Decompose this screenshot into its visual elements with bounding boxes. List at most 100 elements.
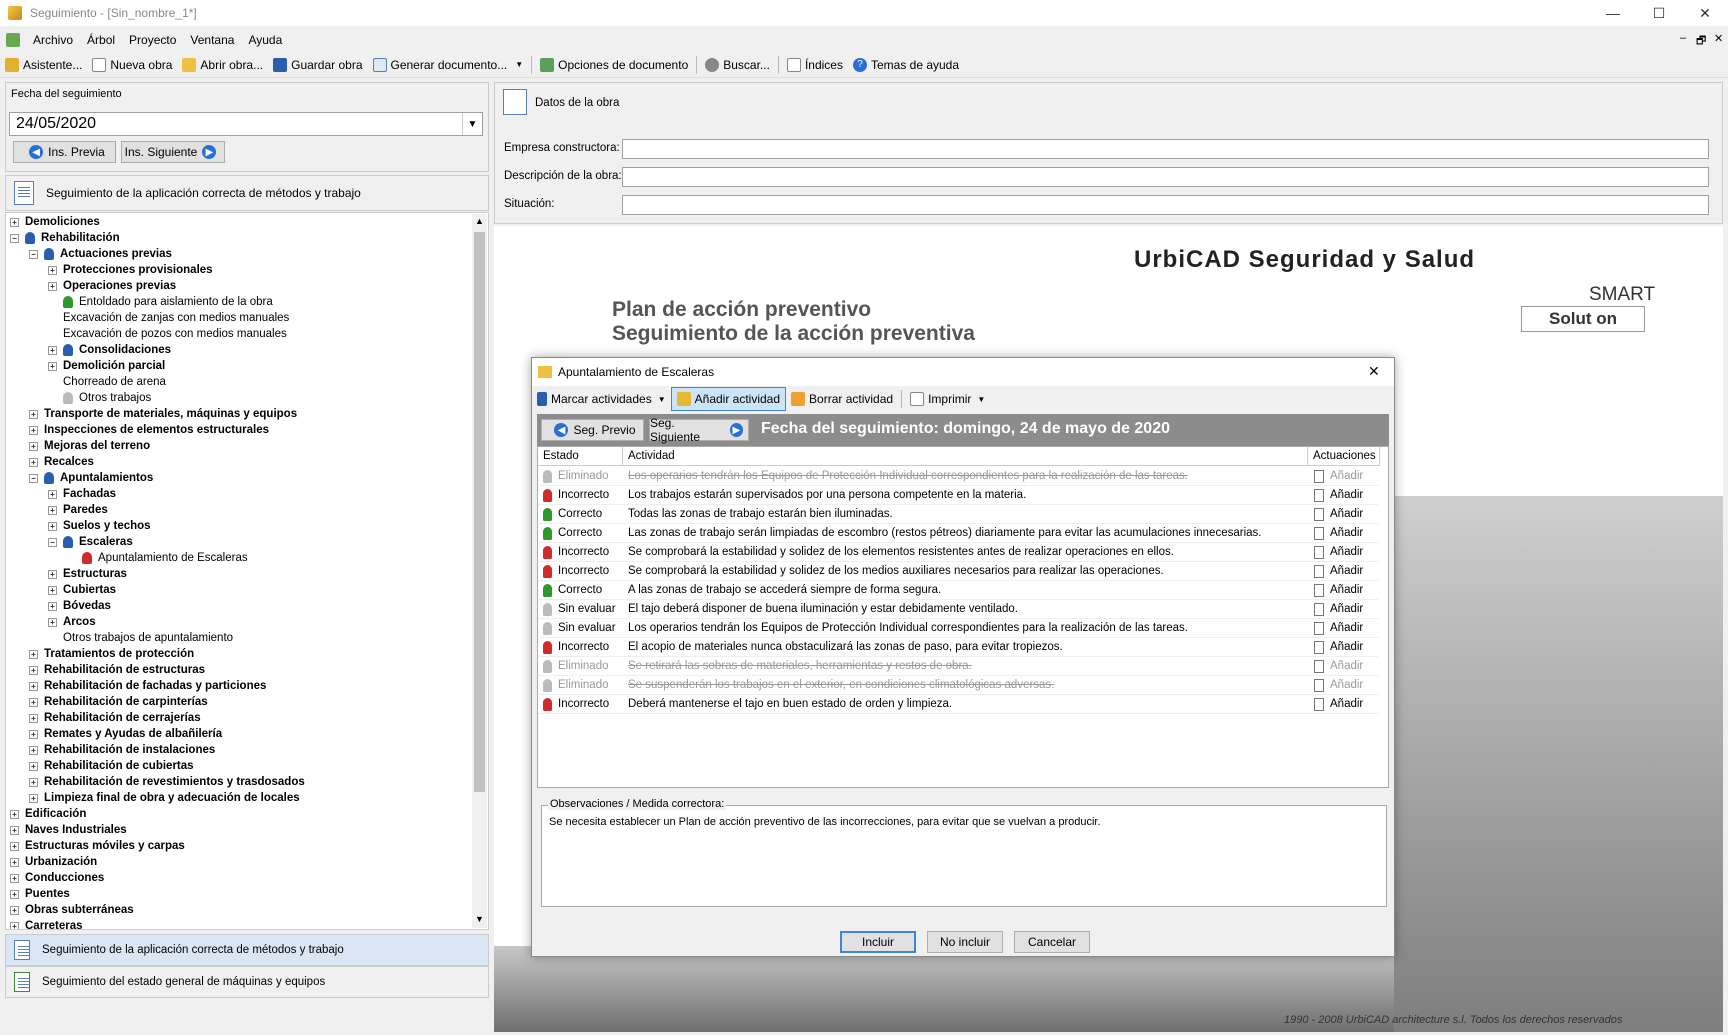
date-picker[interactable]: 24/05/2020 ▼: [9, 112, 483, 136]
tree-node[interactable]: + Edificación: [10, 806, 86, 822]
cancelar-button[interactable]: Cancelar: [1014, 931, 1090, 953]
marcar-actividades-button[interactable]: Marcar actividades ▼: [532, 387, 671, 411]
empresa-field[interactable]: [622, 139, 1709, 159]
minimize-button[interactable]: —: [1590, 0, 1636, 26]
tree-node[interactable]: + Rehabilitación de carpinterías: [29, 694, 208, 710]
table-row[interactable]: Sin evaluar Los operarios tendrán los Equ…: [538, 619, 1378, 638]
expand-icon[interactable]: +: [29, 649, 38, 659]
indices-button[interactable]: Índices: [782, 53, 848, 77]
tree-node[interactable]: + Rehabilitación de fachadas y particione…: [29, 678, 266, 694]
tree-node[interactable]: Excavación de zanjas con medios manuales: [48, 310, 289, 326]
anadir-actividad-button[interactable]: Añadir actividad: [670, 387, 787, 411]
collapse-icon[interactable]: −: [48, 537, 57, 547]
expand-icon[interactable]: +: [48, 265, 57, 275]
tree-node[interactable]: + Fachadas: [48, 486, 116, 502]
tree-node[interactable]: + Puentes: [10, 886, 70, 902]
tree-node[interactable]: + Paredes: [48, 502, 108, 518]
mdi-restore-button[interactable]: 🗗: [1696, 32, 1706, 51]
anadir-link[interactable]: Añadir: [1330, 641, 1363, 653]
tree-node[interactable]: + Rehabilitación de instalaciones: [29, 742, 215, 758]
collapse-icon[interactable]: −: [29, 249, 38, 259]
expand-icon[interactable]: +: [29, 441, 38, 451]
expand-icon[interactable]: +: [10, 217, 19, 227]
tree-node[interactable]: Otros trabajos de apuntalamiento: [48, 630, 233, 646]
anadir-link[interactable]: Añadir: [1330, 470, 1363, 482]
buscar-button[interactable]: Buscar...: [700, 53, 775, 77]
tree-node[interactable]: − Apuntalamientos: [29, 470, 153, 486]
obs-textarea[interactable]: Se necesita establecer un Plan de acción…: [541, 805, 1387, 907]
anadir-link[interactable]: Añadir: [1330, 603, 1363, 615]
tree-node[interactable]: + Operaciones previas: [48, 278, 176, 294]
tree-node[interactable]: + Inspecciones de elementos estructurales: [29, 422, 269, 438]
expand-icon[interactable]: +: [48, 345, 57, 355]
expand-icon[interactable]: +: [10, 873, 19, 883]
tree-node[interactable]: + Suelos y techos: [48, 518, 151, 534]
abrir-obra-button[interactable]: Abrir obra...: [177, 53, 268, 77]
expand-icon[interactable]: +: [29, 665, 38, 675]
tree-node[interactable]: Otros trabajos: [48, 390, 151, 406]
anadir-link[interactable]: Añadir: [1330, 622, 1363, 634]
situacion-field[interactable]: [622, 195, 1709, 215]
expand-icon[interactable]: +: [48, 617, 57, 627]
bottom-item-metodos[interactable]: Seguimiento de la aplicación correcta de…: [5, 934, 489, 966]
tree-node[interactable]: Apuntalamiento de Escaleras: [67, 550, 248, 566]
menu-ayuda[interactable]: Ayuda: [241, 33, 289, 47]
ins-siguiente-button[interactable]: Ins. Siguiente ▶: [121, 141, 225, 163]
maximize-button[interactable]: ☐: [1636, 0, 1682, 26]
no-incluir-button[interactable]: No incluir: [927, 931, 1003, 953]
tree-node[interactable]: + Rehabilitación de cerrajerías: [29, 710, 201, 726]
expand-icon[interactable]: +: [10, 841, 19, 851]
col-actividad[interactable]: Actividad: [623, 447, 1308, 466]
tree-node[interactable]: + Tratamientos de protección: [29, 646, 194, 662]
table-row[interactable]: Incorrecto Se comprobará la estabilidad y…: [538, 562, 1378, 581]
expand-icon[interactable]: +: [29, 793, 38, 803]
menu-arbol[interactable]: Árbol: [80, 33, 122, 47]
tree-node[interactable]: − Escaleras: [48, 534, 133, 550]
expand-icon[interactable]: +: [10, 809, 19, 819]
table-row[interactable]: Correcto Todas las zonas de trabajo estar…: [538, 505, 1378, 524]
tree-node[interactable]: + Demoliciones: [10, 214, 100, 230]
chevron-down-icon[interactable]: ▼: [462, 113, 482, 135]
expand-icon[interactable]: +: [29, 729, 38, 739]
menu-proyecto[interactable]: Proyecto: [122, 33, 183, 47]
anadir-link[interactable]: Añadir: [1330, 508, 1363, 520]
descripcion-field[interactable]: [622, 167, 1709, 187]
expand-icon[interactable]: +: [29, 745, 38, 755]
tree-node[interactable]: + Protecciones provisionales: [48, 262, 213, 278]
tree-node[interactable]: + Obras subterráneas: [10, 902, 134, 918]
expand-icon[interactable]: +: [29, 457, 38, 467]
expand-icon[interactable]: +: [29, 409, 38, 419]
anadir-link[interactable]: Añadir: [1330, 679, 1363, 691]
tree-node[interactable]: + Carreteras: [10, 918, 83, 929]
collapse-icon[interactable]: −: [10, 233, 19, 243]
tree-node[interactable]: Excavación de pozos con medios manuales: [48, 326, 287, 342]
close-button[interactable]: ✕: [1682, 0, 1728, 26]
imprimir-button[interactable]: Imprimir ▼: [905, 387, 990, 411]
temas-ayuda-button[interactable]: ? Temas de ayuda: [848, 53, 964, 77]
seg-siguiente-button[interactable]: Seg. Siguiente ▶: [649, 416, 749, 444]
expand-icon[interactable]: +: [29, 777, 38, 787]
expand-icon[interactable]: +: [10, 905, 19, 915]
expand-icon[interactable]: +: [10, 889, 19, 899]
tree-node[interactable]: + Rehabilitación de revestimientos y tras…: [29, 774, 305, 790]
dialog-close-button[interactable]: ✕: [1368, 363, 1380, 380]
tree-node[interactable]: + Recalces: [29, 454, 94, 470]
expand-icon[interactable]: +: [29, 425, 38, 435]
table-row[interactable]: Correcto Las zonas de trabajo serán limpi…: [538, 524, 1378, 543]
tree-node[interactable]: + Cubiertas: [48, 582, 116, 598]
expand-icon[interactable]: +: [10, 825, 19, 835]
table-row[interactable]: Sin evaluar El tajo deberá disponer de bu…: [538, 600, 1378, 619]
table-row[interactable]: Eliminado Se retirará las sobras de mater…: [538, 657, 1378, 676]
expand-icon[interactable]: +: [48, 569, 57, 579]
incluir-button[interactable]: Incluir: [840, 931, 916, 953]
table-row[interactable]: Incorrecto Se comprobará la estabilidad y…: [538, 543, 1378, 562]
anadir-link[interactable]: Añadir: [1330, 489, 1363, 501]
expand-icon[interactable]: +: [48, 489, 57, 499]
expand-icon[interactable]: +: [29, 697, 38, 707]
expand-icon[interactable]: +: [10, 921, 19, 929]
expand-icon[interactable]: +: [48, 505, 57, 515]
tree-node[interactable]: + Conducciones: [10, 870, 104, 886]
tree-node[interactable]: + Bóvedas: [48, 598, 111, 614]
tree-node[interactable]: + Urbanización: [10, 854, 97, 870]
tree-node[interactable]: + Rehabilitación de cubiertas: [29, 758, 194, 774]
